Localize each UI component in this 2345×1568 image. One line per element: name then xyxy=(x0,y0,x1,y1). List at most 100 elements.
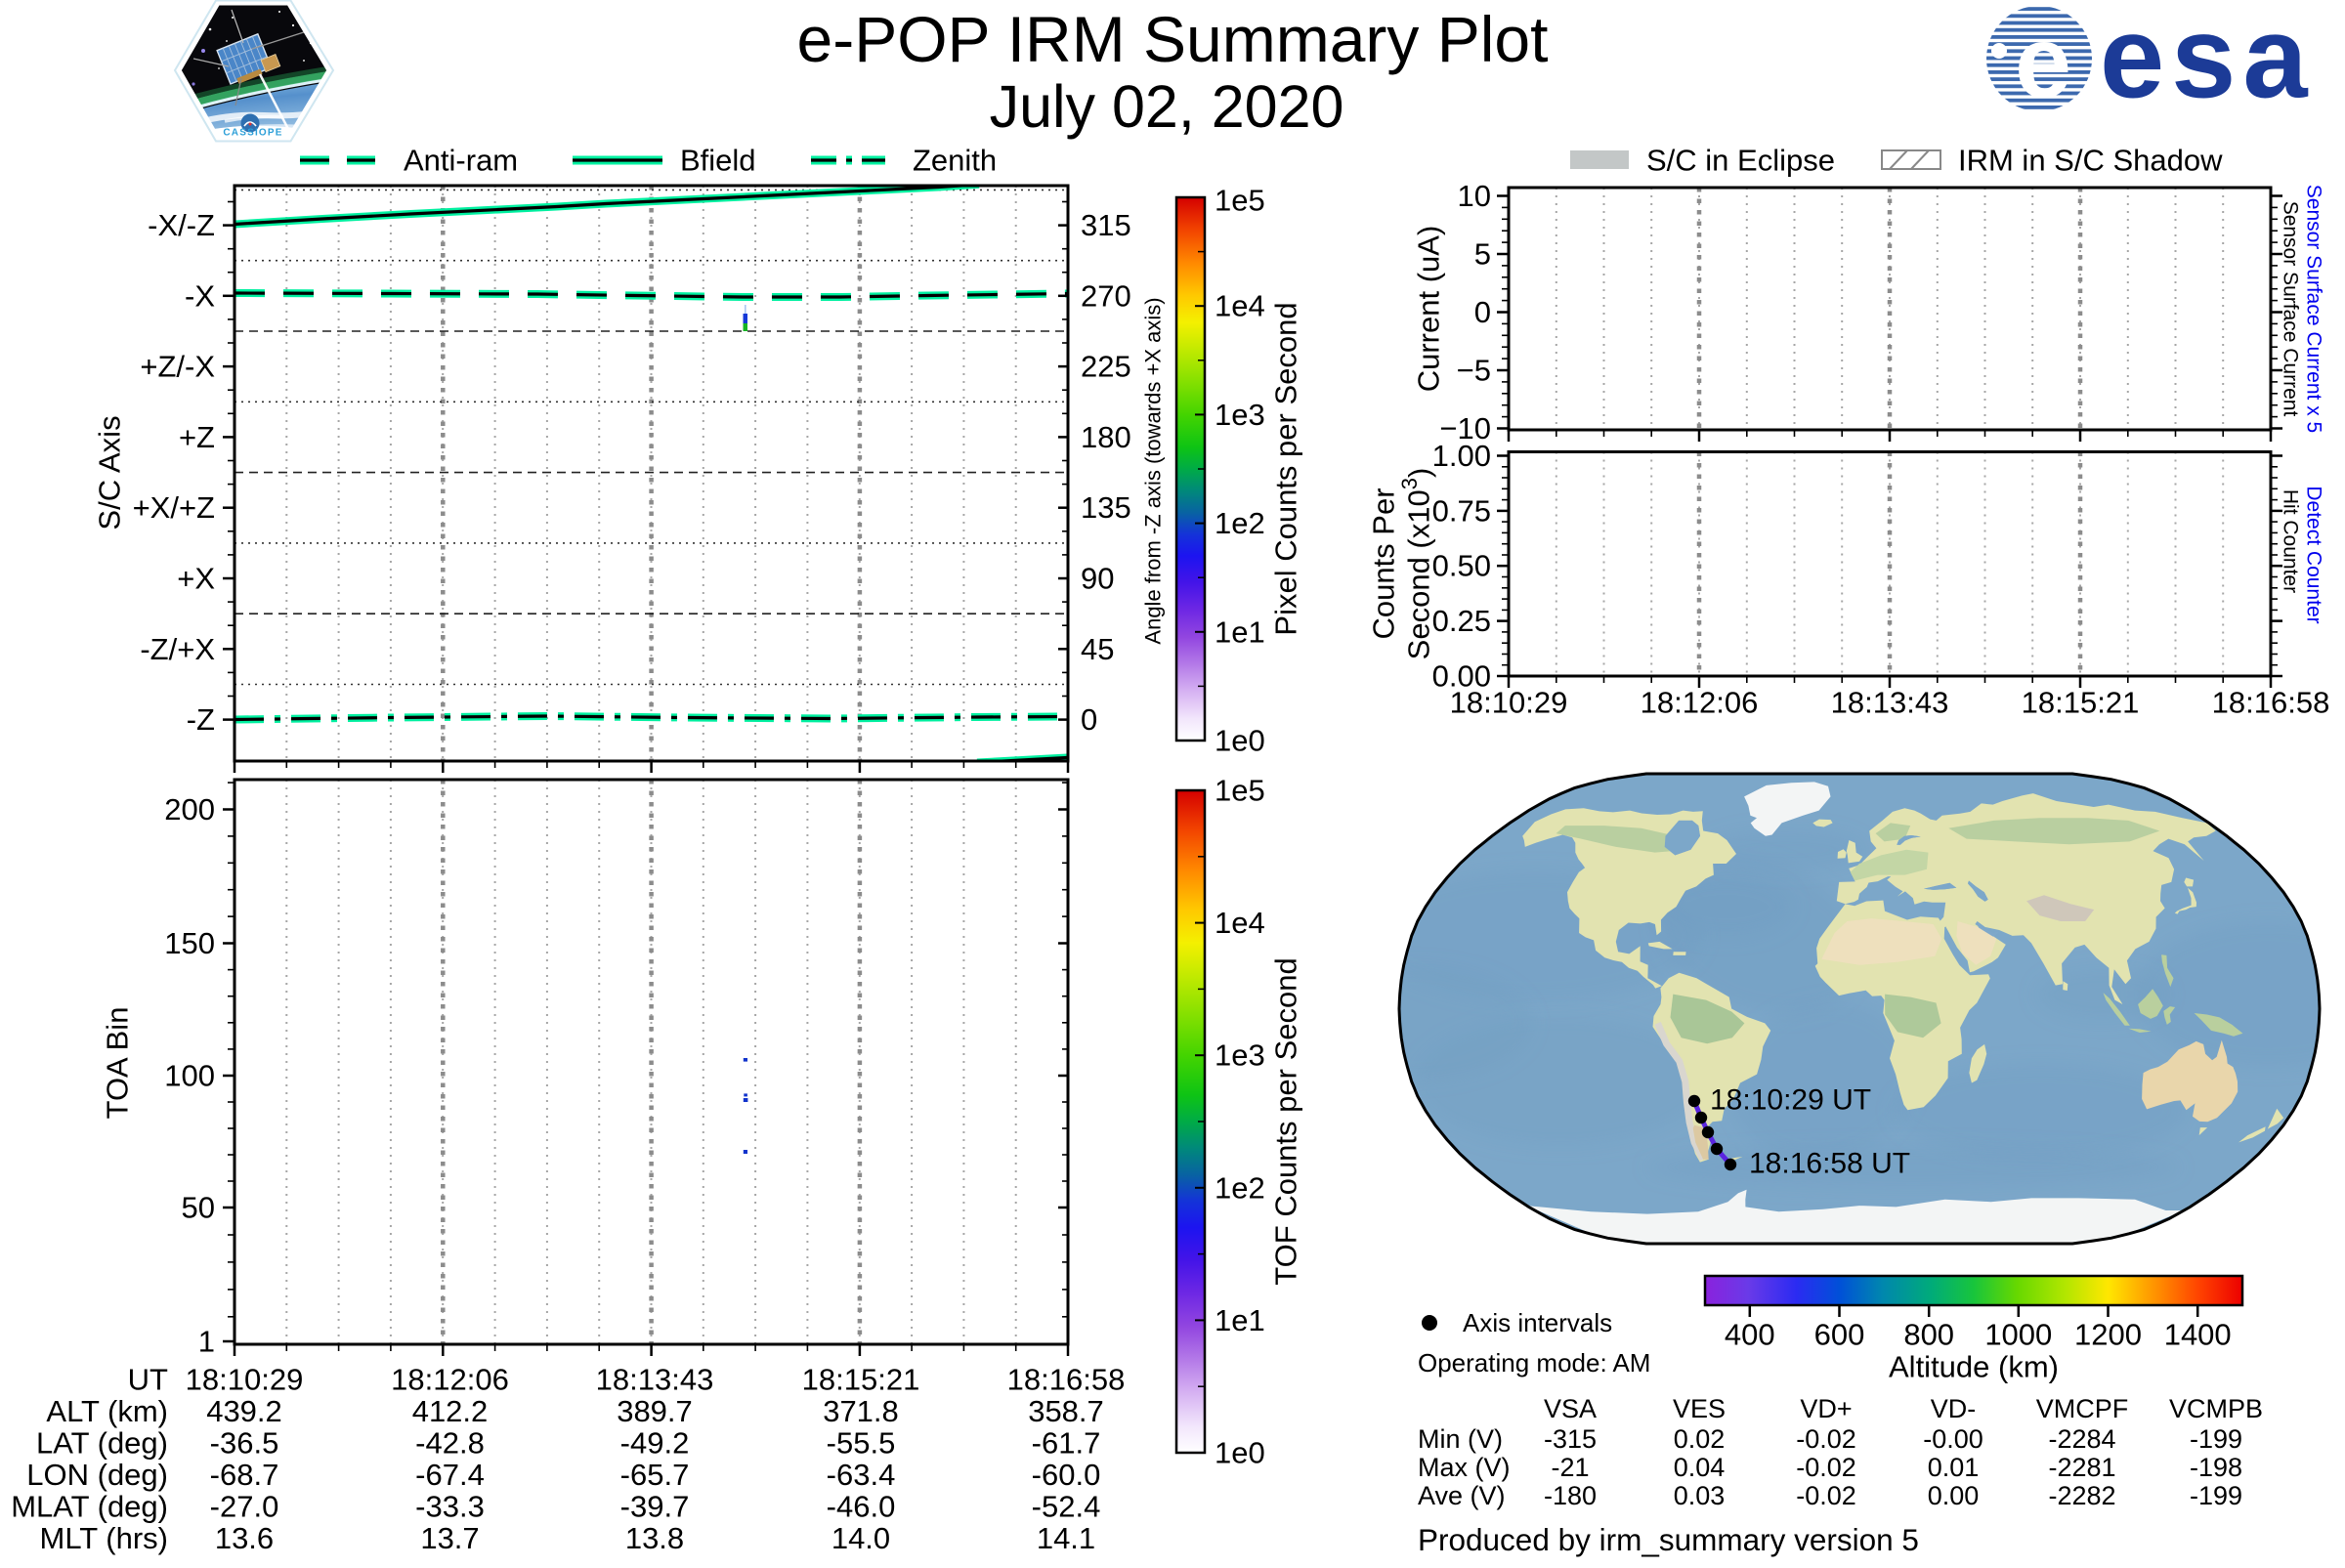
svg-text:-0.00: -0.00 xyxy=(1923,1424,1983,1454)
svg-text:315: 315 xyxy=(1081,208,1131,242)
svg-text:VD+: VD+ xyxy=(1800,1394,1852,1423)
svg-text:90: 90 xyxy=(1081,562,1114,596)
svg-text:IRM in S/C Shadow: IRM in S/C Shadow xyxy=(1958,144,2223,178)
svg-text:150: 150 xyxy=(164,926,215,960)
svg-text:18:12:06: 18:12:06 xyxy=(1641,686,1759,720)
svg-text:1e5: 1e5 xyxy=(1215,184,1265,218)
svg-text:180: 180 xyxy=(1081,420,1131,454)
svg-text:+X/+Z: +X/+Z xyxy=(133,490,215,525)
svg-text:Operating mode: AM: Operating mode: AM xyxy=(1418,1348,1650,1377)
svg-text:1000: 1000 xyxy=(1984,1318,2052,1352)
svg-text:esa: esa xyxy=(2100,0,2315,123)
svg-text:-198: -198 xyxy=(2190,1453,2242,1482)
svg-text:-67.4: -67.4 xyxy=(415,1458,485,1492)
svg-text:-21: -21 xyxy=(1551,1453,1589,1482)
svg-text:135: 135 xyxy=(1081,490,1131,525)
svg-text:-0.02: -0.02 xyxy=(1796,1453,1856,1482)
svg-text:MLT (hrs): MLT (hrs) xyxy=(40,1521,168,1555)
svg-text:Altitude (km): Altitude (km) xyxy=(1889,1350,2059,1384)
svg-text:VES: VES xyxy=(1673,1394,1726,1423)
svg-text:Ave (V): Ave (V) xyxy=(1418,1481,1506,1510)
svg-text:-2282: -2282 xyxy=(2048,1481,2115,1510)
svg-text:1e4: 1e4 xyxy=(1215,289,1265,323)
svg-text:-65.7: -65.7 xyxy=(620,1458,690,1492)
svg-text:412.2: 412.2 xyxy=(412,1394,489,1428)
svg-text:Min (V): Min (V) xyxy=(1418,1424,1503,1454)
svg-text:400: 400 xyxy=(1725,1318,1775,1352)
svg-text:Produced by irm_summary versio: Produced by irm_summary version 5 xyxy=(1418,1522,1919,1557)
svg-text:18:16:58: 18:16:58 xyxy=(2212,686,2330,720)
svg-text:Hit Counter: Hit Counter xyxy=(2280,489,2302,593)
svg-text:14.0: 14.0 xyxy=(831,1521,890,1555)
svg-text:-180: -180 xyxy=(1544,1481,1597,1510)
svg-text:-Z/+X: -Z/+X xyxy=(140,632,215,666)
svg-text:1e2: 1e2 xyxy=(1215,1170,1265,1205)
svg-text:10: 10 xyxy=(1458,179,1491,213)
svg-text:-199: -199 xyxy=(2190,1481,2242,1510)
svg-text:45: 45 xyxy=(1081,632,1114,666)
svg-text:0: 0 xyxy=(1081,702,1097,737)
svg-text:1e3: 1e3 xyxy=(1215,398,1265,432)
svg-text:5: 5 xyxy=(1474,237,1491,272)
svg-text:-49.2: -49.2 xyxy=(620,1426,690,1461)
svg-text:0.00: 0.00 xyxy=(1928,1481,1980,1510)
svg-text:Detect Counter: Detect Counter xyxy=(2303,486,2325,623)
svg-text:18:13:43: 18:13:43 xyxy=(1831,686,1949,720)
svg-text:0.25: 0.25 xyxy=(1432,604,1491,638)
svg-text:-42.8: -42.8 xyxy=(415,1426,485,1461)
svg-text:18:15:21: 18:15:21 xyxy=(2022,686,2140,720)
svg-text:+Z/-X: +Z/-X xyxy=(140,350,215,384)
svg-text:1e5: 1e5 xyxy=(1215,774,1265,808)
svg-text:-27.0: -27.0 xyxy=(210,1490,279,1524)
svg-text:371.8: 371.8 xyxy=(823,1394,899,1428)
svg-text:ALT (km): ALT (km) xyxy=(46,1394,168,1428)
svg-text:0.75: 0.75 xyxy=(1432,493,1491,528)
svg-text:July 02, 2020: July 02, 2020 xyxy=(990,73,1344,140)
svg-text:UT: UT xyxy=(128,1363,168,1397)
svg-text:-Z: -Z xyxy=(187,702,215,737)
svg-text:18:10:29: 18:10:29 xyxy=(1450,686,1568,720)
svg-text:-52.4: -52.4 xyxy=(1032,1490,1101,1524)
svg-text:13.8: 13.8 xyxy=(625,1521,684,1555)
svg-text:LAT (deg): LAT (deg) xyxy=(36,1426,168,1461)
svg-text:-36.5: -36.5 xyxy=(210,1426,279,1461)
svg-text:Second (x103): Second (x103) xyxy=(1397,468,1436,660)
svg-text:0.03: 0.03 xyxy=(1674,1481,1726,1510)
svg-text:e-POP IRM Summary Plot: e-POP IRM Summary Plot xyxy=(797,3,1549,75)
svg-text:+X: +X xyxy=(177,562,215,596)
svg-text:1: 1 xyxy=(198,1325,215,1359)
svg-text:600: 600 xyxy=(1814,1318,1865,1352)
svg-text:1200: 1200 xyxy=(2074,1318,2142,1352)
svg-text:50: 50 xyxy=(182,1191,215,1225)
svg-text:-X: -X xyxy=(185,278,215,313)
svg-text:-68.7: -68.7 xyxy=(210,1458,279,1492)
svg-text:Current (uA): Current (uA) xyxy=(1412,226,1446,393)
svg-text:Sensor Surface Current: Sensor Surface Current xyxy=(2280,201,2302,417)
svg-text:14.1: 14.1 xyxy=(1037,1521,1095,1555)
svg-text:1e4: 1e4 xyxy=(1215,906,1265,940)
svg-text:1e1: 1e1 xyxy=(1215,1303,1265,1337)
svg-text:18:13:43: 18:13:43 xyxy=(596,1363,714,1397)
svg-text:-2281: -2281 xyxy=(2048,1453,2115,1482)
svg-text:1400: 1400 xyxy=(2164,1318,2232,1352)
svg-text:−5: −5 xyxy=(1457,354,1491,388)
svg-text:Axis intervals: Axis intervals xyxy=(1463,1308,1612,1337)
svg-text:-2284: -2284 xyxy=(2048,1424,2115,1454)
svg-text:0.01: 0.01 xyxy=(1928,1453,1980,1482)
svg-text:800: 800 xyxy=(1903,1318,1954,1352)
svg-text:Bfield: Bfield xyxy=(680,144,756,178)
svg-text:-0.02: -0.02 xyxy=(1796,1424,1856,1454)
svg-text:S/C Axis: S/C Axis xyxy=(93,415,127,530)
svg-text:225: 225 xyxy=(1081,350,1131,384)
svg-text:18:12:06: 18:12:06 xyxy=(391,1363,509,1397)
svg-text:Pixel Counts per Second: Pixel Counts per Second xyxy=(1269,302,1303,635)
svg-text:358.7: 358.7 xyxy=(1028,1394,1104,1428)
svg-text:-199: -199 xyxy=(2190,1424,2242,1454)
svg-text:VCMPB: VCMPB xyxy=(2169,1394,2263,1423)
svg-text:-46.0: -46.0 xyxy=(827,1490,896,1524)
svg-text:-39.7: -39.7 xyxy=(620,1490,690,1524)
svg-text:TOF Counts per Second: TOF Counts per Second xyxy=(1269,957,1303,1285)
svg-text:-X/-Z: -X/-Z xyxy=(148,208,215,242)
svg-text:LON (deg): LON (deg) xyxy=(26,1458,168,1492)
svg-text:VMCPF: VMCPF xyxy=(2036,1394,2129,1423)
